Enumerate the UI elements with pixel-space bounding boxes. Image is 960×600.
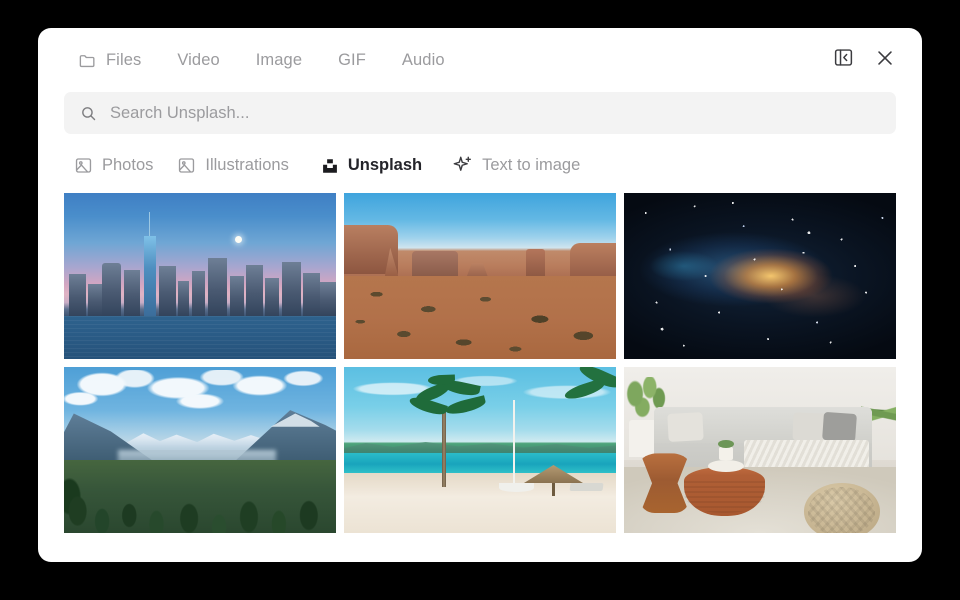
forest-detail	[64, 459, 336, 533]
source-tab-bar: Files Video Image GIF Audio	[64, 45, 463, 76]
filter-bar: Photos Illustrations Unsplash Text to im…	[38, 134, 922, 193]
filter-photos-label: Photos	[102, 156, 154, 174]
gallery-item[interactable]	[344, 193, 616, 359]
header-actions	[830, 47, 904, 73]
photo-living-room	[624, 367, 896, 533]
filter-unsplash[interactable]: Unsplash	[303, 151, 436, 180]
stars-detail	[624, 193, 896, 359]
search-section	[38, 92, 922, 134]
water-detail	[64, 315, 336, 359]
panel-collapse-icon	[833, 47, 854, 73]
tab-gif[interactable]: GIF	[320, 45, 384, 76]
tab-gif-label: GIF	[338, 50, 366, 69]
tab-video[interactable]: Video	[159, 45, 237, 76]
filter-photos[interactable]: Photos	[64, 151, 167, 180]
filter-text-to-image[interactable]: Text to image	[436, 150, 594, 181]
filter-illustrations[interactable]: Illustrations	[167, 151, 302, 180]
desert-floor-detail	[344, 276, 616, 359]
media-picker-panel: Files Video Image GIF Audio Search Unspl…	[38, 28, 922, 562]
unsplash-icon	[321, 157, 339, 175]
tab-files-label: Files	[106, 50, 142, 69]
photo-nyc-skyline	[64, 193, 336, 359]
search-icon	[80, 105, 97, 122]
photo-galaxy	[624, 193, 896, 359]
tab-video-label: Video	[177, 50, 220, 69]
gallery-item[interactable]	[624, 367, 896, 533]
filter-illustrations-label: Illustrations	[205, 156, 289, 174]
tab-audio-label: Audio	[401, 50, 445, 69]
photo-monument-valley	[344, 193, 616, 359]
gallery-item[interactable]	[624, 193, 896, 359]
skyline-detail	[64, 212, 336, 316]
tab-image[interactable]: Image	[238, 45, 320, 76]
photo-tropical-beach	[344, 367, 616, 533]
panel-header: Files Video Image GIF Audio	[38, 28, 922, 92]
collapse-panel-button[interactable]	[830, 47, 856, 73]
image-icon	[177, 156, 196, 175]
photo-mountain-valley	[64, 367, 336, 533]
close-icon	[874, 47, 896, 74]
tab-audio[interactable]: Audio	[384, 45, 463, 76]
filter-text-to-image-label: Text to image	[482, 156, 581, 174]
folder-icon	[78, 51, 97, 70]
gallery-grid	[64, 193, 896, 533]
sparkle-plus-icon	[452, 155, 473, 176]
gallery-item[interactable]	[64, 367, 336, 533]
tab-files[interactable]: Files	[64, 45, 159, 76]
close-button[interactable]	[872, 47, 898, 73]
image-icon	[74, 156, 93, 175]
search-input[interactable]	[110, 103, 880, 123]
filter-unsplash-label: Unsplash	[347, 156, 423, 174]
gallery-item[interactable]	[344, 367, 616, 533]
search-box[interactable]	[64, 92, 896, 134]
gallery-scroll-area[interactable]	[38, 193, 922, 562]
gallery-item[interactable]	[64, 193, 336, 359]
tab-image-label: Image	[255, 50, 303, 69]
